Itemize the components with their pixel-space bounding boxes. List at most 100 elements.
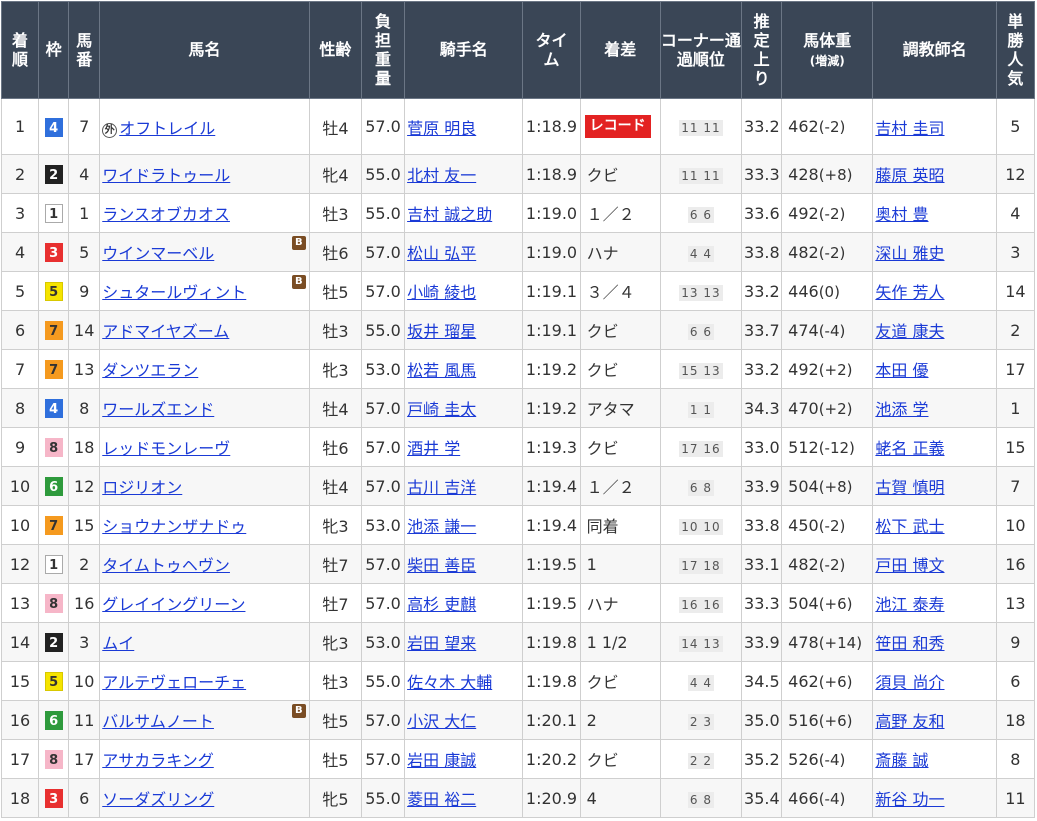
corner-cell: 17 18 [659, 544, 743, 584]
popularity-cell: 16 [995, 544, 1036, 584]
trainer-cell: 藤原 英昭 [872, 154, 997, 194]
jockey-cell: 松山 弘平 [404, 232, 524, 272]
trainer-cell: 新谷 功一 [872, 778, 997, 818]
horse-name-link[interactable]: ロジリオン [102, 478, 182, 497]
frame-cell: 7 [38, 505, 70, 545]
jockey-link[interactable]: 菱田 裕二 [407, 790, 476, 809]
header-corner[interactable]: コーナー通 過順位 [659, 1, 743, 99]
last-3f-cell: 34.5 [741, 661, 783, 701]
jockey-link[interactable]: 古川 吉洋 [407, 478, 476, 497]
horse-name-link[interactable]: アドマイヤズーム [102, 322, 229, 341]
horse-name-link[interactable]: シュタールヴィント [102, 283, 246, 302]
horse-name-link[interactable]: ワールズエンド [102, 400, 214, 419]
header-jockey[interactable]: 騎手名 [404, 1, 524, 99]
horse-cell: ムイ [99, 622, 310, 662]
weight-value: 512 [788, 437, 819, 457]
trainer-link[interactable]: 本田 優 [875, 361, 928, 380]
horse-name-link[interactable]: タイムトゥヘヴン [102, 556, 230, 575]
horse-name-link[interactable]: ダンツエラン [102, 361, 198, 380]
time-cell: 1:19.1 [522, 310, 581, 350]
header-frame[interactable]: 枠 [38, 1, 70, 99]
popularity-cell: 7 [995, 466, 1036, 506]
weight-diff: (+14) [818, 633, 863, 652]
trainer-link[interactable]: 矢作 芳人 [875, 283, 944, 302]
jockey-cell: 柴田 善臣 [404, 544, 524, 584]
last-3f-cell: 35.0 [741, 700, 783, 740]
horse-name-link[interactable]: バルサムノート [102, 712, 214, 731]
header-time[interactable]: タイム [522, 1, 581, 99]
weight-value: 428 [788, 164, 819, 184]
trainer-link[interactable]: 深山 雅史 [875, 244, 944, 263]
trainer-link[interactable]: 蛯名 正義 [875, 439, 944, 458]
trainer-link[interactable]: 須貝 尚介 [875, 673, 944, 692]
trainer-link[interactable]: 藤原 英昭 [875, 166, 944, 185]
jockey-link[interactable]: 佐々木 大輔 [407, 673, 492, 692]
header-weight[interactable]: 馬体重 (増減) [781, 1, 874, 99]
jockey-link[interactable]: 岩田 望来 [407, 634, 476, 653]
header-trainer[interactable]: 調教師名 [872, 1, 997, 99]
horse-name-link[interactable]: ウインマーベル [102, 244, 214, 263]
rank-cell: 3 [0, 193, 40, 233]
trainer-link[interactable]: 古賀 慎明 [875, 478, 944, 497]
header-rank[interactable]: 着順 [0, 1, 40, 99]
jockey-link[interactable]: 岩田 康誠 [407, 751, 476, 770]
trainer-link[interactable]: 奥村 豊 [875, 205, 928, 224]
horse-name-link[interactable]: ワイドラトゥール [102, 166, 230, 185]
rank-cell: 1 [0, 98, 40, 155]
header-horse[interactable]: 馬名 [99, 1, 310, 99]
weight-value: 492 [788, 203, 819, 223]
jockey-link[interactable]: 北村 友一 [407, 166, 476, 185]
horse-name-link[interactable]: ランスオブカオス [102, 205, 230, 224]
trainer-link[interactable]: 新谷 功一 [875, 790, 944, 809]
margin-cell: ３／４ [579, 271, 661, 311]
margin-cell: クビ [579, 349, 661, 389]
trainer-link[interactable]: 吉村 圭司 [875, 119, 944, 138]
jockey-link[interactable]: 高杉 吏麒 [407, 595, 476, 614]
weight-cell: 450(-2) [781, 505, 874, 545]
weight-diff: (-12) [818, 438, 855, 457]
jockey-link[interactable]: 小沢 大仁 [407, 712, 476, 731]
weight-diff: (+2) [818, 399, 853, 418]
sexage-cell: 牝3 [308, 505, 362, 545]
trainer-link[interactable]: 松下 武士 [875, 517, 944, 536]
horse-name-link[interactable]: グレイイングリーン [102, 595, 245, 614]
header-load-label: 負担重量 [375, 11, 392, 89]
header-sexage[interactable]: 性齢 [308, 1, 362, 99]
jockey-link[interactable]: 戸崎 圭太 [407, 400, 476, 419]
horse-name-link[interactable]: レッドモンレーヴ [102, 439, 230, 458]
trainer-link[interactable]: 高野 友和 [875, 712, 944, 731]
trainer-link[interactable]: 戸田 博文 [875, 556, 944, 575]
trainer-link[interactable]: 池江 泰寿 [875, 595, 944, 614]
weight-diff: (-4) [818, 321, 846, 340]
jockey-link[interactable]: 小崎 綾也 [407, 283, 476, 302]
horse-name-link[interactable]: アサカラキング [102, 751, 214, 770]
jockey-link[interactable]: 菅原 明良 [407, 119, 476, 138]
horse-name-link[interactable]: ショウナンザナドゥ [102, 517, 246, 536]
header-num[interactable]: 馬番 [68, 1, 101, 99]
jockey-link[interactable]: 松山 弘平 [407, 244, 476, 263]
jockey-link[interactable]: 柴田 善臣 [407, 556, 476, 575]
header-load[interactable]: 負担重量 [360, 1, 406, 99]
jockey-link[interactable]: 松若 風馬 [407, 361, 476, 380]
header-margin[interactable]: 着差 [579, 1, 661, 99]
margin-cell: クビ [579, 739, 661, 779]
horse-cell: アサカラキング [99, 739, 310, 779]
horse-name-link[interactable]: ムイ [102, 634, 134, 653]
jockey-link[interactable]: 吉村 誠之助 [407, 205, 492, 224]
jockey-link[interactable]: 酒井 学 [407, 439, 460, 458]
trainer-link[interactable]: 笹田 和秀 [875, 634, 944, 653]
trainer-cell: 古賀 慎明 [872, 466, 997, 506]
trainer-link[interactable]: 友道 康夫 [875, 322, 944, 341]
horse-name-link[interactable]: オフトレイル [119, 119, 215, 138]
header-pop[interactable]: 単勝人気 [995, 1, 1036, 99]
popularity-cell: 10 [995, 505, 1036, 545]
jockey-link[interactable]: 坂井 瑠星 [407, 322, 476, 341]
corner-positions: 10 10 [679, 518, 723, 535]
trainer-link[interactable]: 池添 学 [875, 400, 928, 419]
trainer-link[interactable]: 斎藤 誠 [875, 751, 928, 770]
horse-name-link[interactable]: アルテヴェローチェ [102, 673, 246, 692]
horse-name-link[interactable]: ソーダズリング [102, 790, 214, 809]
jockey-link[interactable]: 池添 謙一 [407, 517, 476, 536]
header-last[interactable]: 推定上り [741, 1, 783, 99]
horse-cell: ウインマーベル B [99, 232, 310, 272]
